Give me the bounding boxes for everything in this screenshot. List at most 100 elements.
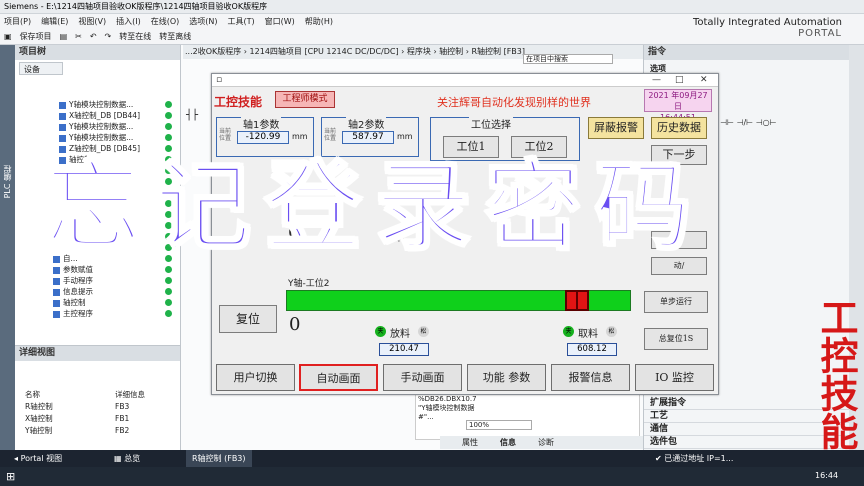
- take-clamp-led: 夹: [563, 326, 574, 337]
- instructions-header: 指令: [644, 45, 849, 60]
- y-axis-slider[interactable]: [565, 290, 589, 311]
- clock: 16:44: [815, 471, 839, 480]
- menu-item-window[interactable]: 窗口(W): [265, 14, 295, 29]
- block-icon: [53, 288, 60, 296]
- block-icon: [59, 112, 66, 120]
- windows-start-icon[interactable]: ⊞: [6, 470, 15, 483]
- window-title: Siemens - E:\1214四轴项目验收OK版程序\1214四轴项目验收O…: [4, 2, 268, 11]
- overview-button[interactable]: ▦ 总览: [114, 450, 140, 467]
- menu-item-insert[interactable]: 插入(I): [116, 14, 141, 29]
- alarm-info-button[interactable]: 报警信息: [551, 364, 630, 391]
- tree-item[interactable]: Y轴模块控制数据...: [15, 121, 180, 132]
- axis2-unit: mm: [397, 132, 413, 141]
- tree-item-label: 手动程序: [63, 276, 93, 285]
- take-release-led: 松: [606, 326, 617, 337]
- take-label: 取料: [578, 329, 598, 340]
- hmi-title-bar: ▫ — □ ✕: [212, 74, 718, 87]
- redo-icon[interactable]: ↷: [105, 29, 112, 44]
- axis2-current-pos-label: 当前位置: [324, 128, 337, 142]
- io-monitor-button[interactable]: IO 监控: [635, 364, 714, 391]
- tree-item-label: 参数赋值: [63, 265, 93, 274]
- maximize-icon[interactable]: □: [675, 74, 684, 86]
- menu-item-help[interactable]: 帮助(H): [305, 14, 333, 29]
- tree-item-label: 信息提示: [63, 287, 93, 296]
- history-data-button[interactable]: 历史数据: [651, 117, 707, 139]
- tree-item-label: 轴控制: [63, 298, 86, 307]
- tree-item[interactable]: 主控程序: [15, 308, 180, 319]
- hmi-slogan: 关注辉哥自动化发现别样的世界: [437, 96, 591, 109]
- menu-item-project[interactable]: 项目(P): [4, 14, 31, 29]
- taskbar: ◂ Portal 视图 ▦ 总览 R轴控制 (FB3) ✔ 已通过地址 IP=1…: [0, 450, 864, 486]
- print-icon[interactable]: ▤: [60, 29, 68, 44]
- brand-block: Totally Integrated Automation PORTAL: [693, 17, 842, 39]
- go-offline-button[interactable]: 转至离线: [159, 29, 191, 44]
- status-ok-icon: [165, 266, 172, 273]
- hmi-app-icon: ▫: [216, 75, 223, 85]
- ladder-tool-icons[interactable]: ⊣⊢ ⊣/⊢ ⊣○⊢: [720, 118, 777, 127]
- fb3-editor-tab[interactable]: R轴控制 (FB3): [186, 450, 252, 467]
- zoom-select[interactable]: 100%: [466, 420, 532, 430]
- tree-item[interactable]: Y轴模块控制数据...: [15, 99, 180, 110]
- cut-icon[interactable]: ✂: [75, 29, 82, 44]
- tree-item[interactable]: Y轴模块控制数据...: [15, 132, 180, 143]
- close-icon[interactable]: ✕: [700, 74, 708, 86]
- tree-item-label: X轴控制_DB [DB44]: [69, 111, 141, 120]
- tree-item[interactable]: X轴控制_DB [DB44]: [15, 110, 180, 121]
- detail-view-header: 详细视图: [15, 346, 180, 361]
- axis1-position-value: -120.99: [237, 131, 289, 144]
- status-ok-icon: [165, 288, 172, 295]
- hmi-logo: 工控技能: [214, 95, 263, 109]
- go-online-button[interactable]: 转至在线: [119, 29, 151, 44]
- tab-properties[interactable]: 属性: [462, 436, 478, 449]
- user-switch-button[interactable]: 用户切换: [216, 364, 295, 391]
- tab-diagnostics[interactable]: 诊断: [538, 436, 554, 449]
- tree-item[interactable]: 参数赋值: [15, 264, 180, 275]
- tab-info[interactable]: 信息: [500, 436, 516, 449]
- minimize-icon[interactable]: —: [652, 74, 661, 86]
- place-position-value: 210.47: [379, 343, 429, 356]
- single-step-run-button[interactable]: 单步运行: [644, 291, 708, 313]
- detail-row[interactable]: X轴控制 FB1: [15, 413, 180, 425]
- axis2-position-value: 587.97: [342, 131, 394, 144]
- total-reset-button[interactable]: 总复位1S: [644, 328, 708, 350]
- detail-view-columns: 名称 详细信息: [15, 389, 180, 401]
- windows-taskbar: ⊞ 16:44: [0, 467, 864, 486]
- engineer-mode-button[interactable]: 工程师模式: [275, 91, 335, 108]
- tree-item[interactable]: 手动程序: [15, 275, 180, 286]
- connection-status: ✔ 已通过地址 IP=1...: [655, 454, 734, 463]
- station-select-title: 工位选择: [469, 116, 513, 131]
- tree-item[interactable]: 轴控制: [15, 297, 180, 308]
- menu-item-options[interactable]: 选项(N): [189, 14, 217, 29]
- tree-item[interactable]: 信息提示: [15, 286, 180, 297]
- axis2-title: 轴2参数: [346, 116, 387, 131]
- column-info: 详细信息: [115, 390, 145, 399]
- reset-button[interactable]: 复位: [219, 305, 277, 333]
- menu-item-edit[interactable]: 编辑(E): [41, 14, 68, 29]
- place-clamp-led: 夹: [375, 326, 386, 337]
- plc-programming-label[interactable]: PLC 编程: [2, 165, 13, 198]
- save-project-button[interactable]: 保存项目: [20, 29, 52, 44]
- detail-row[interactable]: Y轴控制 FB2: [15, 425, 180, 437]
- tree-item-label: 主控程序: [63, 309, 93, 318]
- mask-alarm-button[interactable]: 屏蔽报警: [588, 117, 644, 139]
- detail-row[interactable]: R轴控制 FB3: [15, 401, 180, 413]
- status-ok-icon: [165, 123, 172, 130]
- search-in-project-input[interactable]: 在项目中搜索: [523, 54, 613, 64]
- menu-item-tools[interactable]: 工具(T): [227, 14, 254, 29]
- status-ok-icon: [165, 277, 172, 284]
- left-vertical-strip: PLC 编程: [0, 45, 15, 450]
- place-label: 放料: [390, 329, 410, 340]
- project-tree-header: 项目树: [15, 45, 180, 60]
- new-project-icon[interactable]: ▣: [4, 29, 12, 44]
- menu-item-online[interactable]: 在线(O): [151, 14, 180, 29]
- portal-view-button[interactable]: ◂ Portal 视图: [14, 450, 62, 467]
- manual-screen-button[interactable]: 手动画面: [383, 364, 462, 391]
- function-params-button[interactable]: 功能 参数: [467, 364, 546, 391]
- menu-item-view[interactable]: 视图(V): [78, 14, 106, 29]
- block-icon: [59, 123, 66, 131]
- column-name: 名称: [25, 390, 40, 399]
- auto-screen-button[interactable]: 自动画面: [299, 364, 378, 391]
- undo-icon[interactable]: ↶: [90, 29, 97, 44]
- tab-devices[interactable]: 设备: [19, 62, 63, 75]
- overlay-vertical-brand: 工控技能: [808, 298, 864, 450]
